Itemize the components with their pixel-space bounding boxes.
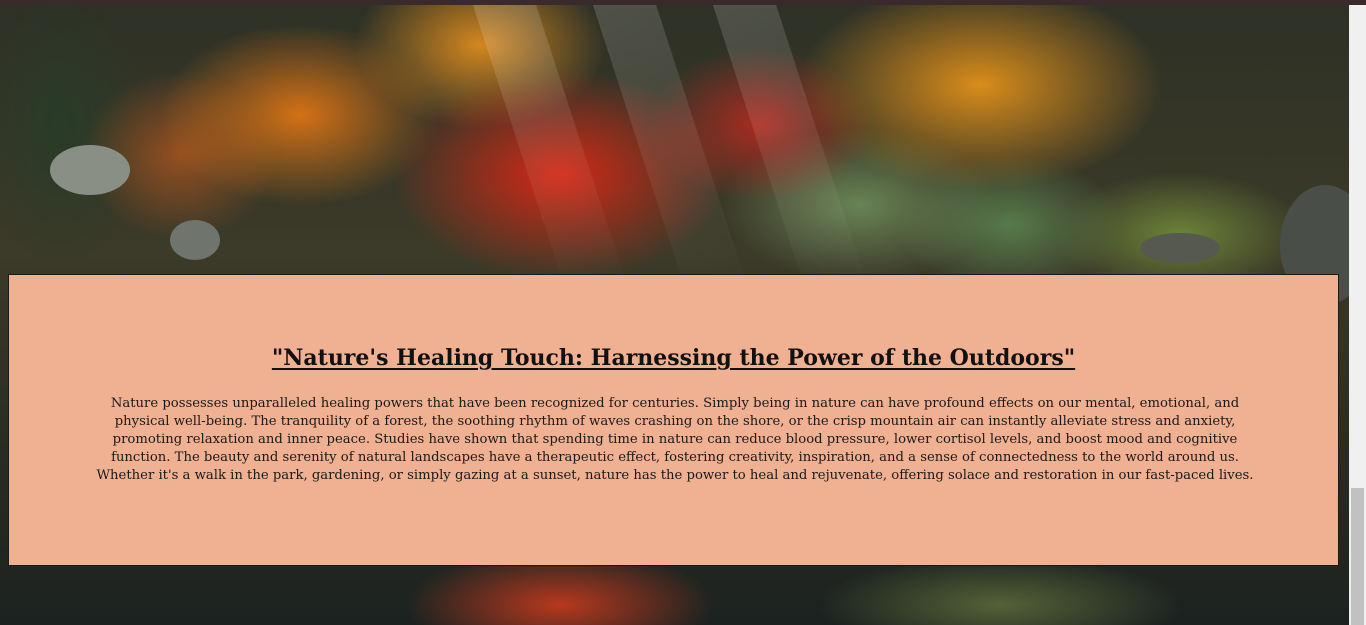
rock (50, 145, 130, 195)
light-ray (472, 5, 628, 307)
article-card: "Nature's Healing Touch: Harnessing the … (8, 274, 1339, 566)
vertical-scrollbar[interactable] (1349, 5, 1366, 625)
page: "Nature's Healing Touch: Harnessing the … (0, 0, 1366, 625)
article-title: "Nature's Healing Touch: Harnessing the … (271, 345, 1076, 371)
scrollbar-thumb[interactable] (1351, 488, 1364, 625)
article-body: Nature possesses unparalleled healing po… (96, 396, 1254, 483)
rock (170, 220, 220, 260)
browser-top-edge (0, 0, 1366, 5)
rock (1140, 233, 1220, 263)
